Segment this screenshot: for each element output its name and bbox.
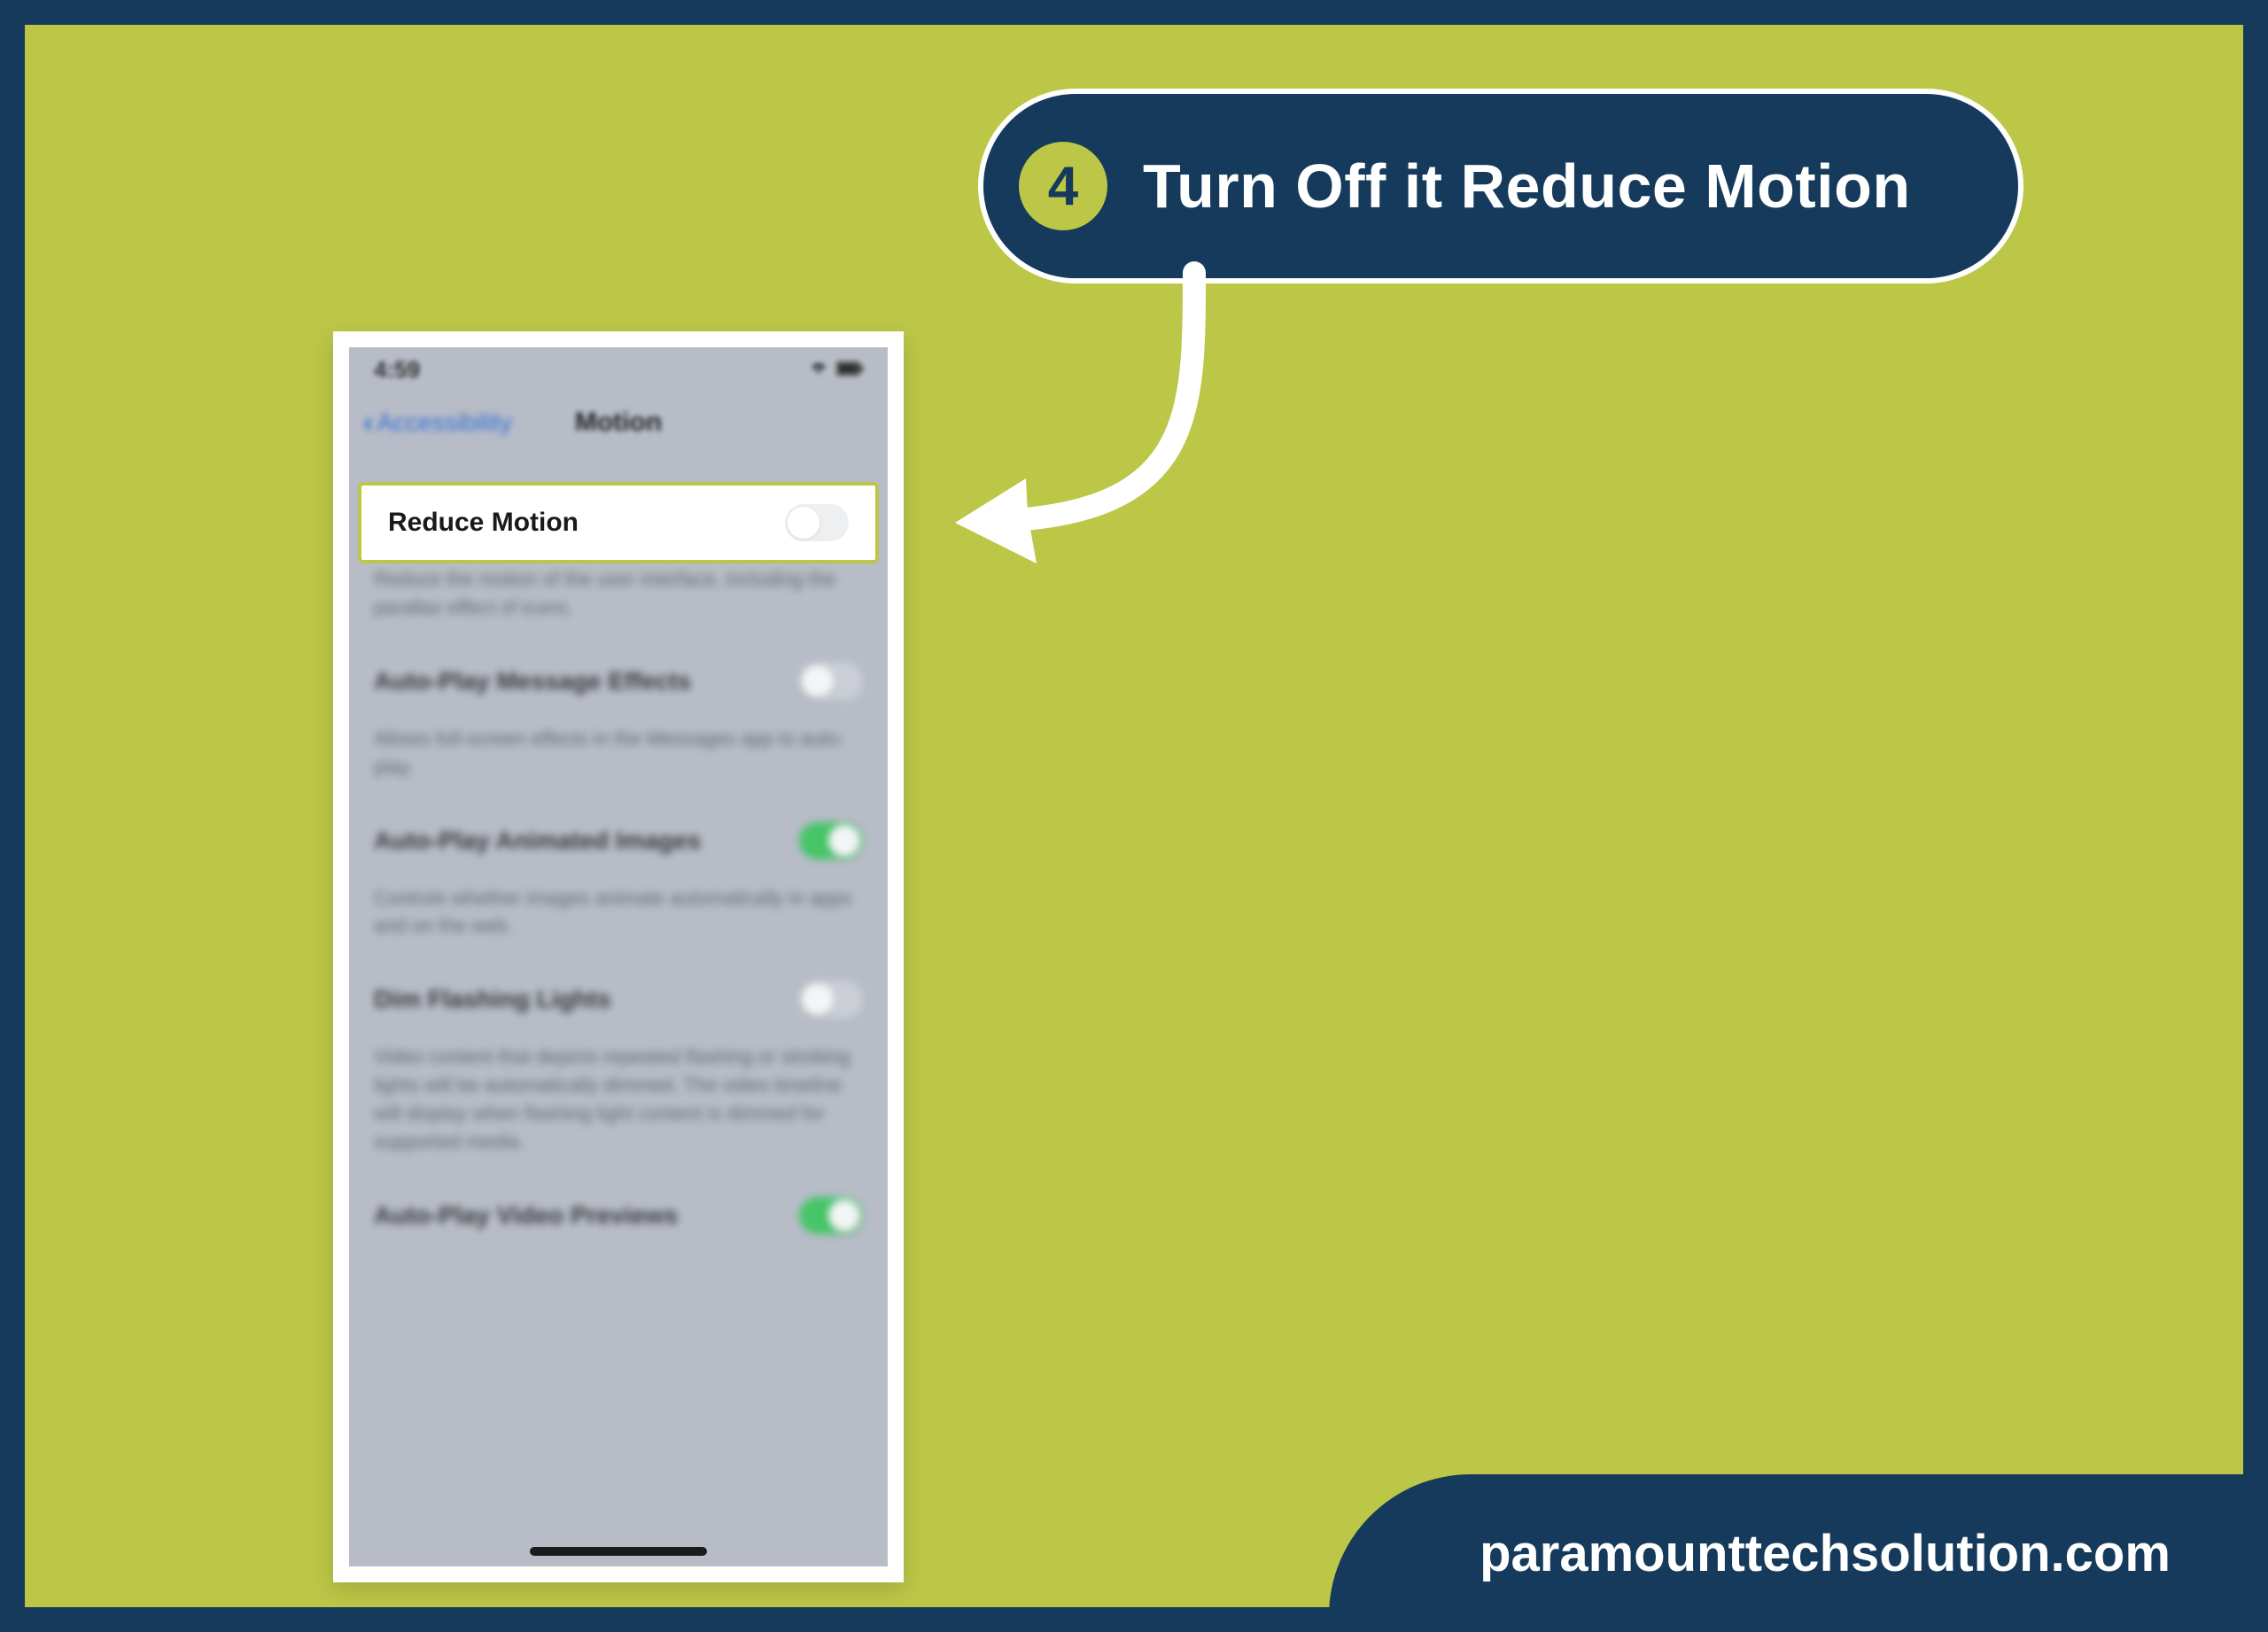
- setting-label: Reduce Motion: [388, 508, 579, 538]
- toggle-autoplay-message-effects[interactable]: [799, 663, 863, 700]
- brand-url: paramounttechsolution.com: [1480, 1524, 2171, 1583]
- setting-desc-3: Video content that depicts repeated flas…: [349, 1037, 888, 1177]
- settings-list: Reduce the motion of the user interface,…: [349, 454, 888, 1254]
- status-bar: 4:59: [349, 347, 888, 392]
- phone-frame: 4:59 ‹ Accessibility: [333, 331, 904, 1582]
- setting-label: Auto-Play Animated Images: [374, 827, 701, 855]
- setting-row-dim-flashing-lights[interactable]: Dim Flashing Lights: [349, 961, 888, 1037]
- phone-screen: 4:59 ‹ Accessibility: [349, 347, 888, 1566]
- status-time: 4:59: [374, 356, 420, 384]
- toggle-reduce-motion[interactable]: [785, 504, 849, 541]
- home-indicator[interactable]: [530, 1547, 707, 1556]
- setting-label: Dim Flashing Lights: [374, 985, 611, 1014]
- tutorial-slide: 4:59 ‹ Accessibility: [0, 0, 2268, 1632]
- setting-desc-0: Reduce the motion of the user interface,…: [349, 560, 888, 643]
- callout-title: Turn Off it Reduce Motion: [1143, 151, 1911, 221]
- toggle-autoplay-video-previews[interactable]: [799, 1197, 863, 1234]
- setting-row-autoplay-message-effects[interactable]: Auto-Play Message Effects: [349, 643, 888, 719]
- setting-row-autoplay-animated-images[interactable]: Auto-Play Animated Images: [349, 803, 888, 879]
- wifi-icon: [808, 358, 829, 381]
- status-icons: [808, 358, 863, 381]
- setting-desc-1: Allows full-screen effects in the Messag…: [349, 719, 888, 803]
- setting-label: Auto-Play Message Effects: [374, 667, 691, 696]
- step-number: 4: [1048, 155, 1078, 218]
- battery-icon: [836, 358, 863, 381]
- toggle-autoplay-animated-images[interactable]: [799, 822, 863, 859]
- setting-label: Auto-Play Video Previews: [374, 1201, 678, 1230]
- nav-bar: ‹ Accessibility Motion: [349, 392, 888, 454]
- toggle-dim-flashing-lights[interactable]: [799, 981, 863, 1018]
- pointer-arrow: [928, 255, 1301, 627]
- setting-row-reduce-motion[interactable]: Reduce Motion: [358, 482, 879, 563]
- setting-row-autoplay-video-previews[interactable]: Auto-Play Video Previews: [349, 1177, 888, 1254]
- brand-footer: paramounttechsolution.com: [1329, 1474, 2268, 1632]
- nav-title: Motion: [349, 408, 888, 438]
- step-callout: 4 Turn Off it Reduce Motion: [978, 89, 2023, 284]
- step-number-badge: 4: [1019, 142, 1107, 230]
- setting-desc-2: Controls whether images animate automati…: [349, 879, 888, 962]
